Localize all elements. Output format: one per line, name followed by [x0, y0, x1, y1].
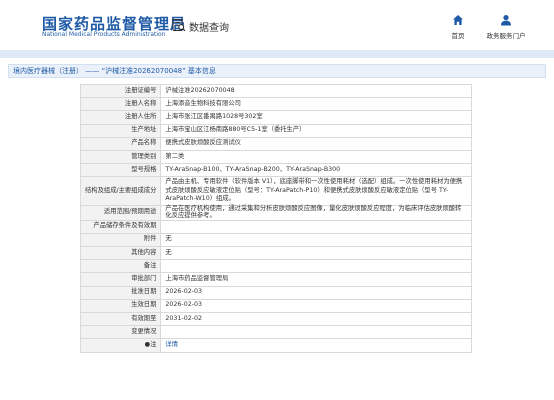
table-row: 结构及组成/主要组成成分 产品由主机、专用软件（软件版本 V1），底座脚带和一次性…: [79, 176, 472, 206]
home-icon: [453, 15, 463, 25]
table-row: 其他内容无: [79, 246, 472, 261]
field-value: 上海市药品监督管理局: [160, 272, 472, 287]
table-row: 型号规格 TY-AraSnap-B100、TY-AraSnap-B200、TY-A…: [79, 163, 472, 178]
table-row: 审批部门 上海市药品监督管理局: [79, 272, 472, 287]
field-label: 产品名称: [79, 136, 162, 151]
field-value: 产品由主机、专用软件（软件版本 V1），底座脚带和一次性使用耗材（选配）组成。一…: [160, 176, 472, 206]
field-label: 变更情况: [79, 325, 162, 340]
field-value: 详情: [160, 338, 472, 353]
nav-service-portal[interactable]: 政务服务门户: [476, 14, 536, 40]
field-label: 批准日期: [79, 285, 162, 300]
field-value: 第二类: [160, 149, 472, 165]
table-row: 生产地址 上海市宝山区江杨南路880号C5-1室（委托生产）: [79, 123, 472, 138]
table-row: 管理类别 第二类: [79, 149, 472, 165]
field-label: 注册人住所: [79, 110, 162, 125]
field-value: 上海添音生物科技有限公司: [160, 97, 472, 112]
breadcrumb-text: 境内医疗器械（注册） —— “沪械注准20262070048” 基本信息: [13, 67, 216, 75]
site-subtitle: National Medical Products Administration: [42, 31, 166, 38]
table-row: 注册证编号 沪械注准20262070048: [79, 83, 472, 99]
field-value: 2026-02-03: [160, 285, 472, 300]
field-value: [160, 325, 472, 340]
field-value: TY-AraSnap-B100、TY-AraSnap-B200、TY-AraSn…: [160, 163, 472, 178]
field-label: 注册证编号: [79, 83, 162, 99]
field-label: 生产地址: [79, 123, 162, 138]
field-value: 2031-02-02: [160, 311, 472, 327]
field-value: [160, 259, 472, 274]
table-row: 批准日期 2026-02-03: [79, 285, 472, 300]
field-label: 有效期至: [79, 311, 162, 327]
table-row: 变更情况: [79, 325, 472, 340]
field-value: 产品在医疗机构使用，通过采集和分析皮肤烦酸反应图像，量化皮肤烦酸反应程度，为临床…: [160, 204, 472, 221]
nav-service-portal-label: 政务服务门户: [486, 32, 526, 40]
field-label: 审批部门: [79, 272, 162, 287]
table-row: 有效期至 2031-02-02: [79, 311, 472, 327]
table-row: ●注 详情: [79, 338, 472, 353]
field-label: 适用范围/预期用途: [79, 204, 162, 221]
field-value: 上海市张江区番禺路1028号302室: [160, 110, 472, 125]
field-label: 结构及组成/主要组成成分: [79, 176, 162, 206]
field-label: ●注: [79, 338, 162, 353]
user-icon: [501, 15, 511, 26]
field-value: 沪械注准20262070048: [160, 83, 472, 99]
field-value: 无: [160, 232, 472, 248]
table-row: 注册人住所 上海市张江区番禺路1028号302室: [79, 110, 472, 125]
details-link[interactable]: 详情: [165, 341, 178, 348]
table-row: 产品储存条件及有效期: [79, 219, 472, 234]
field-value: 无: [160, 246, 472, 261]
field-label: 附件: [79, 232, 162, 248]
table-row: 适用范围/预期用途 产品在医疗机构使用，通过采集和分析皮肤烦酸反应图像，量化皮肤烦…: [79, 204, 472, 221]
table-row: 生效日期 2026-02-03: [79, 298, 472, 313]
detail-table: 注册证编号 沪械注准20262070048 注册人名称 上海添音生物科技有限公司 注册人…: [79, 83, 472, 353]
field-label: 管理类别: [79, 149, 162, 165]
top-header: 国家药品监督管理局 National Medical Products Admi…: [0, 0, 554, 50]
table-row: 注册人名称 上海添音生物科技有限公司: [79, 97, 472, 112]
field-value: 2026-02-03: [160, 298, 472, 313]
header-banner: [0, 50, 554, 58]
field-label: 注册人名称: [79, 97, 162, 112]
table-row: 附件无: [79, 232, 472, 248]
data-query-icon: [172, 18, 186, 32]
breadcrumb: 境内医疗器械（注册） —— “沪械注准20262070048” 基本信息: [8, 64, 546, 78]
data-query-title: 数据查询: [189, 23, 229, 34]
field-label: 其他内容: [79, 246, 162, 261]
field-value: 上海市宝山区江杨南路880号C5-1室（委托生产）: [160, 123, 472, 138]
field-value: [160, 219, 472, 234]
table-row: 产品名称 便携式皮肤烦酸反应测试仪: [79, 136, 472, 151]
field-label: 生效日期: [79, 298, 162, 313]
field-label: 型号规格: [79, 163, 162, 178]
field-label: 备注: [79, 259, 162, 274]
table-row: 备注: [79, 259, 472, 274]
field-label: 产品储存条件及有效期: [79, 219, 162, 234]
field-value: 便携式皮肤烦酸反应测试仪: [160, 136, 472, 151]
